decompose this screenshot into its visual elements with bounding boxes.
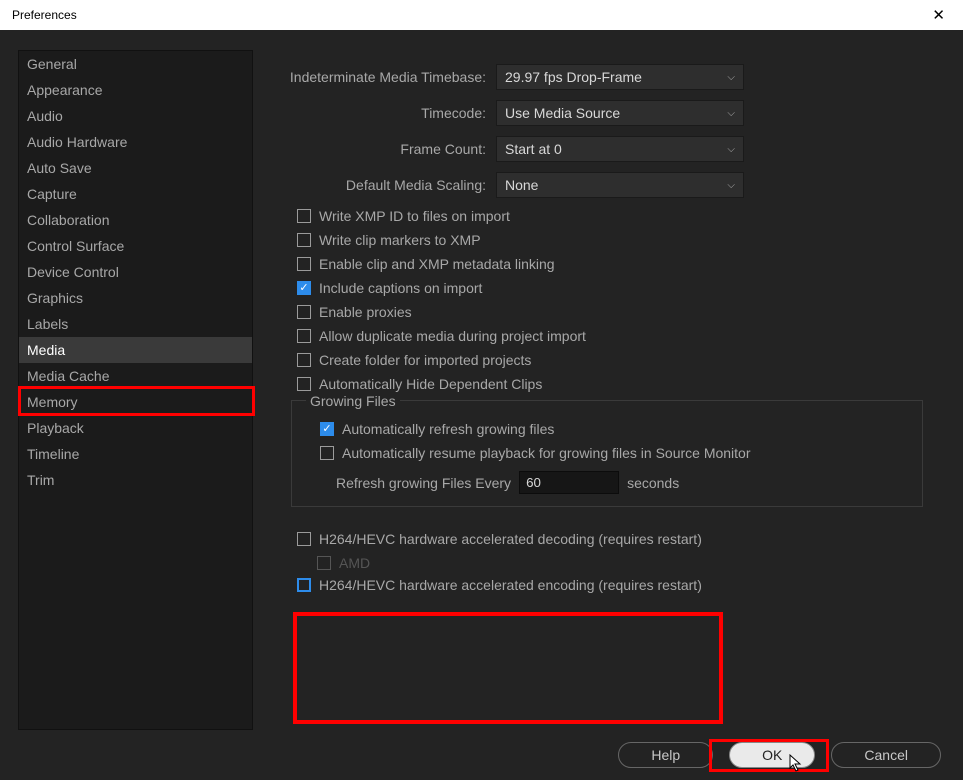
chevron-down-icon: ⌵ <box>727 108 735 119</box>
dropdown-timecode[interactable]: Use Media Source ⌵ <box>496 100 744 126</box>
chevron-down-icon: ⌵ <box>727 72 735 83</box>
label-scaling: Default Media Scaling: <box>281 177 496 193</box>
dialog-footer: Help OK Cancel <box>0 730 963 780</box>
sidebar-item-trim[interactable]: Trim <box>19 467 252 493</box>
sidebar-item-labels[interactable]: Labels <box>19 311 252 337</box>
sidebar-item-capture[interactable]: Capture <box>19 181 252 207</box>
sidebar-item-general[interactable]: General <box>19 51 252 77</box>
checkbox-auto-refresh[interactable] <box>320 422 334 436</box>
sidebar-item-memory[interactable]: Memory <box>19 389 252 415</box>
sidebar-item-audio[interactable]: Audio <box>19 103 252 129</box>
chevron-down-icon: ⌵ <box>727 180 735 191</box>
sidebar-item-media-cache[interactable]: Media Cache <box>19 363 252 389</box>
label-timecode: Timecode: <box>281 105 496 121</box>
dropdown-scaling[interactable]: None ⌵ <box>496 172 744 198</box>
dialog-body: GeneralAppearanceAudioAudio HardwareAuto… <box>0 30 963 730</box>
sidebar-item-timeline[interactable]: Timeline <box>19 441 252 467</box>
sidebar-item-device-control[interactable]: Device Control <box>19 259 252 285</box>
dropdown-framecount[interactable]: Start at 0 ⌵ <box>496 136 744 162</box>
cancel-button[interactable]: Cancel <box>831 742 941 768</box>
preferences-sidebar: GeneralAppearanceAudioAudio HardwareAuto… <box>18 50 253 730</box>
sidebar-item-collaboration[interactable]: Collaboration <box>19 207 252 233</box>
growing-files-legend: Growing Files <box>306 393 400 409</box>
checkbox-xmp-id[interactable] <box>297 209 311 223</box>
checkbox-proxies[interactable] <box>297 305 311 319</box>
sidebar-item-playback[interactable]: Playback <box>19 415 252 441</box>
sidebar-item-appearance[interactable]: Appearance <box>19 77 252 103</box>
sidebar-item-graphics[interactable]: Graphics <box>19 285 252 311</box>
refresh-interval-input[interactable] <box>519 471 619 494</box>
sidebar-item-control-surface[interactable]: Control Surface <box>19 233 252 259</box>
checkbox-dup-media[interactable] <box>297 329 311 343</box>
preferences-content: Indeterminate Media Timebase: 29.97 fps … <box>253 50 963 730</box>
checkbox-create-folder[interactable] <box>297 353 311 367</box>
checkbox-clip-linking[interactable] <box>297 257 311 271</box>
dialog-title: Preferences <box>12 8 77 22</box>
checkbox-clip-markers[interactable] <box>297 233 311 247</box>
label-framecount: Frame Count: <box>281 141 496 157</box>
sidebar-item-audio-hardware[interactable]: Audio Hardware <box>19 129 252 155</box>
refresh-label-post: seconds <box>627 475 679 491</box>
refresh-label-pre: Refresh growing Files Every <box>336 475 511 491</box>
ok-button[interactable]: OK <box>729 742 815 768</box>
close-icon[interactable]: ✕ <box>926 4 951 26</box>
label-timebase: Indeterminate Media Timebase: <box>281 69 496 85</box>
titlebar: Preferences ✕ <box>0 0 963 30</box>
help-button[interactable]: Help <box>618 742 713 768</box>
checkbox-hide-clips[interactable] <box>297 377 311 391</box>
sidebar-item-media[interactable]: Media <box>19 337 252 363</box>
checkbox-auto-resume[interactable] <box>320 446 334 460</box>
checkbox-hw-decode[interactable] <box>297 532 311 546</box>
checkbox-hw-encode[interactable] <box>297 578 311 592</box>
checkbox-amd <box>317 556 331 570</box>
sidebar-item-auto-save[interactable]: Auto Save <box>19 155 252 181</box>
growing-files-group: Growing Files Automatically refresh grow… <box>291 400 923 507</box>
dropdown-timebase[interactable]: 29.97 fps Drop-Frame ⌵ <box>496 64 744 90</box>
chevron-down-icon: ⌵ <box>727 144 735 155</box>
checkbox-captions[interactable] <box>297 281 311 295</box>
